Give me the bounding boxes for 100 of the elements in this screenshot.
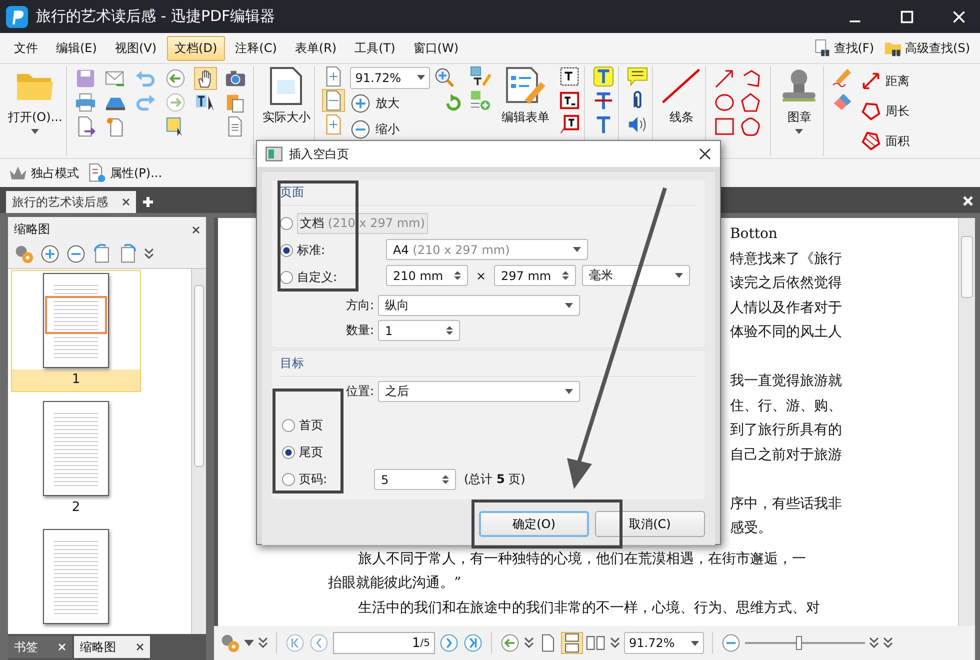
arrow-icon[interactable] (714, 68, 736, 88)
radio-option[interactable]: 尾页 (282, 439, 366, 466)
menu-item[interactable]: 表单(R) (286, 36, 345, 60)
page-thumbnail[interactable]: 2 (12, 399, 140, 519)
line-button[interactable]: 线条 (669, 109, 694, 126)
distance-button[interactable]: 距离 (861, 71, 910, 91)
exclusive-button[interactable]: 独占模式 (8, 163, 79, 183)
chevron-down-icon[interactable] (883, 637, 893, 649)
text-field-icon[interactable] (559, 66, 580, 87)
position-dropdown[interactable]: 之后 (378, 381, 580, 402)
radio-button[interactable] (280, 271, 293, 284)
menu-item[interactable]: 文档(D) (166, 36, 226, 60)
menu-item[interactable]: 工具(T) (346, 36, 404, 60)
scrollbar[interactable] (191, 269, 206, 634)
text-highlight-icon[interactable] (593, 66, 614, 87)
advanced-find-button[interactable]: 高级查找(S) (880, 39, 974, 57)
close-icon[interactable] (136, 643, 144, 651)
menu-item[interactable]: 窗口(W) (405, 36, 467, 60)
chevron-down-icon[interactable] (524, 637, 534, 649)
spinner-arrows-icon[interactable] (562, 270, 569, 281)
count-spinbox[interactable]: 1 (378, 320, 460, 341)
radio-button[interactable] (282, 419, 295, 432)
callout-text-icon[interactable] (559, 114, 580, 135)
ellipse-icon[interactable] (714, 92, 736, 112)
panel-tab[interactable]: 书签 (8, 636, 72, 658)
menu-item[interactable]: 文件 (6, 36, 46, 60)
radio-button[interactable] (280, 244, 293, 257)
caret-icon[interactable] (31, 129, 40, 134)
close-icon[interactable] (192, 226, 200, 234)
ok-button[interactable]: 确定(O) (479, 511, 589, 537)
gear-icon[interactable] (220, 633, 240, 653)
cancel-button[interactable]: 取消(C) (595, 511, 705, 537)
chevron-down-icon[interactable] (610, 637, 620, 649)
menu-item[interactable]: 视图(V) (106, 36, 165, 60)
zoom-dropdown[interactable]: 91.72% (350, 66, 430, 88)
new-tab-icon[interactable] (142, 196, 154, 208)
chevron-down-icon[interactable] (869, 637, 879, 649)
rotate-right-icon[interactable] (118, 244, 138, 264)
panel-tab[interactable]: 缩略图 (74, 636, 150, 658)
radio-button[interactable] (282, 446, 295, 459)
text-box-icon[interactable] (559, 90, 580, 111)
zoom-out-icon[interactable] (721, 633, 741, 653)
open-button[interactable]: 打开(O)... (8, 109, 62, 126)
radio-button[interactable] (280, 217, 293, 230)
chevron-down-icon[interactable] (258, 637, 268, 649)
menu-item[interactable]: 注释(C) (227, 36, 285, 60)
perimeter-button[interactable]: 周长 (861, 101, 910, 121)
caret-icon[interactable] (244, 637, 254, 649)
speech-bubble-icon[interactable] (627, 66, 648, 87)
continuous-page-icon[interactable] (562, 633, 582, 653)
menu-item[interactable]: 编辑(E) (48, 36, 105, 60)
spinner-arrows-icon[interactable] (442, 474, 449, 485)
plus-circle-icon[interactable] (40, 244, 60, 264)
rectangle-icon[interactable] (714, 116, 736, 136)
paper-size-dropdown[interactable]: A4 (210 x 297 mm) (386, 239, 588, 260)
magnifier-plus-icon[interactable] (434, 67, 456, 88)
close-icon[interactable] (698, 147, 712, 161)
edit-form-button[interactable]: 编辑表单 (501, 109, 550, 126)
two-page-icon[interactable] (586, 633, 606, 653)
properties-button[interactable]: 属性(P)... (87, 163, 162, 183)
speaker-icon[interactable] (627, 114, 648, 135)
close-icon[interactable] (122, 198, 130, 206)
spinner-arrows-icon[interactable] (446, 325, 453, 336)
radio-option[interactable]: 首页 (282, 412, 366, 439)
form-pencil-icon[interactable] (505, 66, 546, 106)
zoom-out-button[interactable]: 缩小 (375, 121, 400, 138)
fit-width-icon[interactable] (323, 90, 344, 111)
area-button[interactable]: 面积 (861, 131, 910, 151)
caret-icon[interactable] (795, 129, 804, 134)
minus-circle-icon[interactable] (66, 244, 86, 264)
rotate-left-icon[interactable] (92, 244, 112, 264)
page-number-spinbox[interactable]: 5 (374, 469, 456, 490)
document-tab[interactable]: 旅行的艺术读后感 (6, 191, 136, 213)
cloud-icon[interactable] (740, 116, 762, 136)
height-spinbox[interactable]: 297 mm (494, 265, 576, 286)
actual-size-button[interactable]: 实际大小 (262, 109, 310, 126)
zoom-in-button[interactable]: 放大 (375, 95, 400, 112)
diagonal-line-icon[interactable] (661, 66, 702, 106)
scrollbar[interactable] (958, 218, 975, 626)
pentagon-icon[interactable] (740, 92, 762, 112)
pencil-icon[interactable] (832, 66, 854, 87)
radio-option[interactable]: 页码: (282, 466, 366, 493)
chevron-down-icon[interactable] (144, 248, 154, 260)
page-thumbnail[interactable]: 1 (12, 271, 140, 391)
gear-icon[interactable] (14, 244, 34, 264)
unit-dropdown[interactable]: 毫米 (582, 265, 690, 286)
width-spinbox[interactable]: 210 mm (386, 265, 468, 286)
spinner-arrows-icon[interactable] (454, 270, 461, 281)
radio-button[interactable] (282, 473, 295, 486)
zoom-dropdown[interactable]: 91.72% (624, 632, 704, 654)
stamp-button[interactable]: 图章 (787, 109, 812, 126)
next-page-icon[interactable] (439, 633, 459, 653)
find-button[interactable]: 查找(F) (808, 39, 878, 57)
radio-option[interactable]: 自定义: (280, 264, 338, 291)
strikethrough-icon[interactable] (593, 90, 614, 111)
orientation-dropdown[interactable]: 纵向 (378, 295, 580, 316)
printer-icon[interactable] (75, 92, 96, 112)
back-circle-icon[interactable] (165, 68, 186, 88)
hand-icon[interactable] (195, 68, 216, 88)
radio-option[interactable]: 标准: (280, 237, 326, 264)
